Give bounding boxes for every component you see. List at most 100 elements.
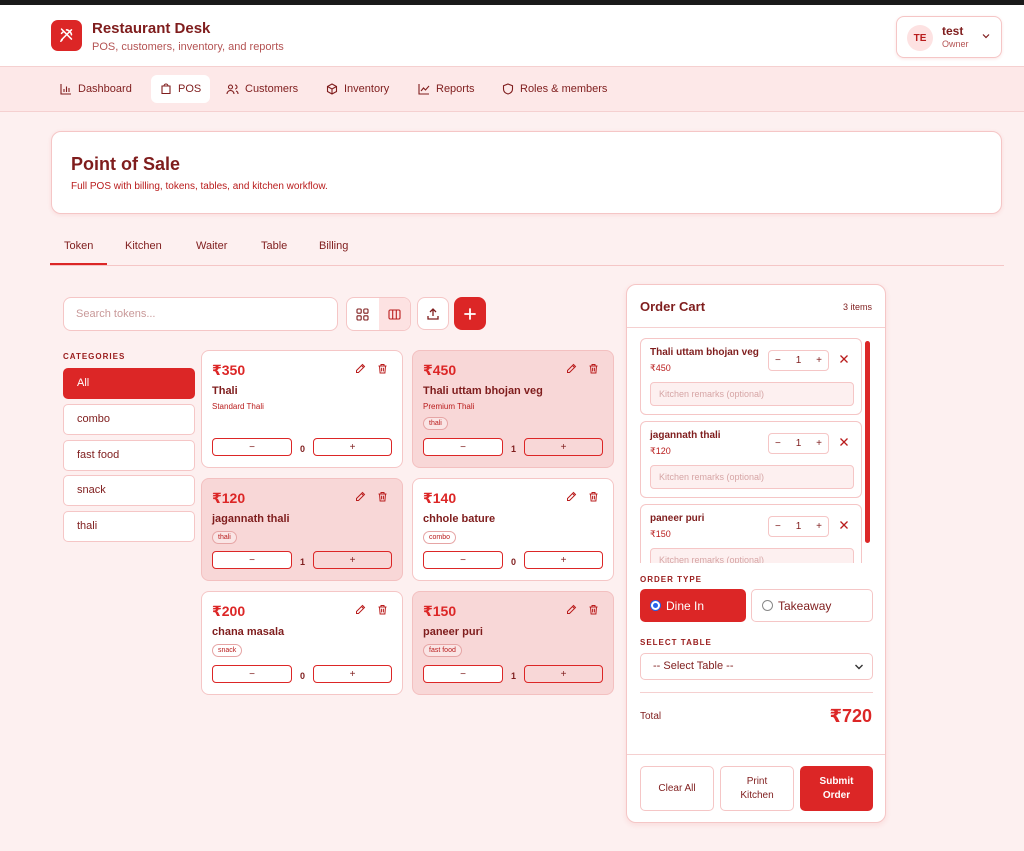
columns-view-button[interactable]: [378, 298, 410, 330]
edit-icon[interactable]: [565, 362, 577, 374]
increase-button[interactable]: +: [816, 521, 822, 532]
quantity-stepper: − 1 +: [768, 516, 829, 537]
cart-item-price: ₹120: [650, 446, 671, 456]
search-input[interactable]: [63, 297, 338, 331]
grid-view-button[interactable]: [347, 298, 379, 330]
decrease-button[interactable]: −: [423, 551, 503, 569]
total-label: Total: [640, 711, 662, 722]
category-all[interactable]: All: [63, 368, 195, 399]
nav-item-inventory[interactable]: Inventory: [317, 75, 398, 103]
increase-button[interactable]: +: [313, 551, 392, 569]
kitchen-remarks-input[interactable]: Kitchen remarks (optional): [650, 465, 854, 489]
bar-chart-icon: [60, 84, 71, 95]
print-kitchen-button[interactable]: Print Kitchen: [720, 766, 794, 811]
increase-button[interactable]: +: [816, 438, 822, 449]
user-role: Owner: [942, 39, 969, 49]
remove-item-icon[interactable]: [839, 520, 849, 530]
product-name: chhole bature: [423, 513, 496, 525]
trash-icon[interactable]: [376, 603, 388, 615]
product-name: chana masala: [212, 626, 285, 638]
edit-icon[interactable]: [565, 603, 577, 615]
increase-button[interactable]: +: [524, 438, 603, 456]
nav-item-dashboard[interactable]: Dashboard: [51, 75, 141, 103]
trash-icon[interactable]: [376, 490, 388, 502]
submit-order-button[interactable]: Submit Order: [800, 766, 873, 811]
product-qty: 1: [510, 444, 516, 454]
increase-button[interactable]: +: [313, 665, 392, 683]
remove-item-icon[interactable]: [839, 354, 849, 364]
add-token-button[interactable]: [454, 297, 486, 330]
page-title: Point of Sale: [71, 154, 181, 174]
category-snack[interactable]: snack: [63, 475, 195, 506]
quantity-stepper: − 1 +: [768, 350, 829, 371]
decrease-button[interactable]: −: [212, 438, 292, 456]
nav-item-roles[interactable]: Roles & members: [493, 75, 616, 103]
category-thali[interactable]: thali: [63, 511, 195, 542]
order-type-label: ORDER TYPE: [640, 575, 703, 584]
decrease-button[interactable]: −: [775, 521, 781, 532]
decrease-button[interactable]: −: [423, 438, 503, 456]
trash-icon[interactable]: [587, 603, 599, 615]
clear-all-button[interactable]: Clear All: [640, 766, 714, 811]
view-toggle: [346, 297, 411, 331]
total-value: ₹720: [829, 706, 872, 726]
trash-icon[interactable]: [376, 362, 388, 374]
trash-icon[interactable]: [587, 362, 599, 374]
chevron-down-icon: [982, 34, 990, 39]
takeaway-option[interactable]: Takeaway: [751, 589, 873, 622]
tab-token[interactable]: Token: [64, 240, 93, 252]
dine-in-option[interactable]: Dine In: [640, 589, 746, 622]
tab-billing[interactable]: Billing: [319, 240, 348, 252]
pos-subtabs: Token Kitchen Waiter Table Billing: [50, 234, 1004, 266]
product-tile[interactable]: ₹200 chana masala snack − 0 +: [201, 591, 403, 695]
nav-label: Inventory: [344, 83, 390, 95]
product-tile[interactable]: ₹350 Thali Standard Thali − 0 +: [201, 350, 403, 468]
decrease-button[interactable]: −: [212, 551, 292, 569]
increase-button[interactable]: +: [313, 438, 392, 456]
tab-waiter[interactable]: Waiter: [196, 240, 227, 252]
cart-item-list[interactable]: Thali uttam bhojan veg ₹450 − 1 + Kitche…: [640, 338, 862, 563]
product-tile[interactable]: ₹140 chhole bature combo − 0 +: [412, 478, 614, 581]
product-tile[interactable]: ₹120 jagannath thali thali − 1 +: [201, 478, 403, 581]
edit-icon[interactable]: [354, 490, 366, 502]
kitchen-remarks-input[interactable]: Kitchen remarks (optional): [650, 382, 854, 406]
product-tile[interactable]: ₹450 Thali uttam bhojan veg Premium Thal…: [412, 350, 614, 468]
product-tile[interactable]: ₹150 paneer puri fast food − 1 +: [412, 591, 614, 695]
nav-item-pos[interactable]: POS: [151, 75, 211, 103]
quantity-stepper: − 1 +: [768, 433, 829, 454]
edit-icon[interactable]: [565, 490, 577, 502]
cart-item-name: Thali uttam bhojan veg: [650, 347, 759, 358]
submit-label-line-1: Submit: [819, 775, 854, 787]
cart-item-count: 3 items: [842, 302, 872, 312]
edit-icon[interactable]: [354, 603, 366, 615]
nav-label: Customers: [245, 83, 299, 95]
product-qty: 1: [510, 671, 516, 681]
decrease-button[interactable]: −: [423, 665, 503, 683]
kitchen-remarks-input[interactable]: Kitchen remarks (optional): [650, 548, 854, 563]
divider: [627, 327, 885, 328]
decrease-button[interactable]: −: [212, 665, 292, 683]
decrease-button[interactable]: −: [775, 438, 781, 449]
tab-kitchen[interactable]: Kitchen: [125, 240, 162, 252]
nav-item-reports[interactable]: Reports: [409, 75, 484, 103]
edit-icon[interactable]: [354, 362, 366, 374]
tab-table[interactable]: Table: [261, 240, 287, 252]
cart-scrollbar[interactable]: [865, 341, 870, 543]
increase-button[interactable]: +: [524, 665, 603, 683]
utensils-icon: [51, 20, 82, 51]
remove-item-icon[interactable]: [839, 437, 849, 447]
user-menu[interactable]: TE test Owner: [896, 16, 1002, 58]
trash-icon[interactable]: [587, 490, 599, 502]
product-price: ₹120: [212, 490, 246, 506]
category-fast-food[interactable]: fast food: [63, 440, 195, 471]
product-qty: 0: [299, 444, 305, 454]
active-tab-indicator: [50, 263, 107, 265]
upload-button[interactable]: [417, 297, 449, 330]
table-select[interactable]: -- Select Table --: [640, 653, 873, 680]
decrease-button[interactable]: −: [775, 355, 781, 366]
increase-button[interactable]: +: [524, 551, 603, 569]
increase-button[interactable]: +: [816, 355, 822, 366]
nav-item-customers[interactable]: Customers: [217, 75, 307, 103]
category-combo[interactable]: combo: [63, 404, 195, 435]
cart-title: Order Cart: [640, 299, 706, 314]
